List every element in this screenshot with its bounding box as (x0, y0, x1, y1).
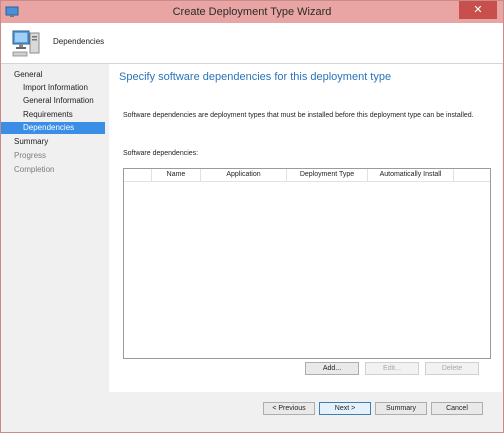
page-description: Software dependencies are deployment typ… (123, 112, 474, 119)
wizard-footer: < Previous Next > Summary Cancel (1, 392, 503, 432)
summary-button[interactable]: Summary (375, 402, 427, 415)
column-header-name[interactable]: Name (152, 169, 201, 181)
nav-item-general: General (14, 70, 43, 79)
wizard-window: Create Deployment Type Wizard ✕ Dependen… (0, 0, 504, 433)
header-title: Dependencies (53, 37, 105, 46)
nav-item-summary[interactable]: Summary (1, 136, 105, 148)
nav-item-general-information[interactable]: General Information (1, 95, 105, 107)
nav-item-progress: Progress (14, 151, 47, 160)
next-button[interactable]: Next > (319, 402, 371, 415)
add-button[interactable]: Add... (305, 362, 359, 375)
cancel-button[interactable]: Cancel (431, 402, 483, 415)
main-content: Specify software dependencies for this d… (109, 64, 502, 392)
close-button[interactable]: ✕ (459, 1, 497, 19)
list-header: Name Application Deployment Type Automat… (124, 169, 490, 182)
computer-icon (12, 30, 40, 57)
column-header-application[interactable]: Application (201, 169, 287, 181)
nav-item-requirements[interactable]: Requirements (1, 109, 105, 121)
wizard-nav: General Import Information General Infor… (1, 64, 109, 392)
wizard-header: Dependencies (1, 23, 503, 64)
nav-item-completion: Completion (14, 165, 55, 174)
nav-item-dependencies[interactable]: Dependencies (1, 122, 105, 134)
window-title: Create Deployment Type Wizard (172, 6, 332, 18)
edit-button[interactable]: Edit... (365, 362, 419, 375)
delete-button[interactable]: Delete (425, 362, 479, 375)
dependencies-list[interactable]: Name Application Deployment Type Automat… (123, 168, 491, 359)
previous-button[interactable]: < Previous (263, 402, 315, 415)
column-header-automatically-install[interactable]: Automatically Install (368, 169, 454, 181)
dependencies-label: Software dependencies: (123, 150, 199, 157)
title-bar[interactable]: Create Deployment Type Wizard ✕ (1, 1, 503, 23)
nav-item-import-information[interactable]: Import Information (1, 82, 105, 94)
column-header-blank[interactable] (124, 169, 152, 181)
page-heading: Specify software dependencies for this d… (119, 71, 392, 83)
column-header-deployment-type[interactable]: Deployment Type (287, 169, 368, 181)
